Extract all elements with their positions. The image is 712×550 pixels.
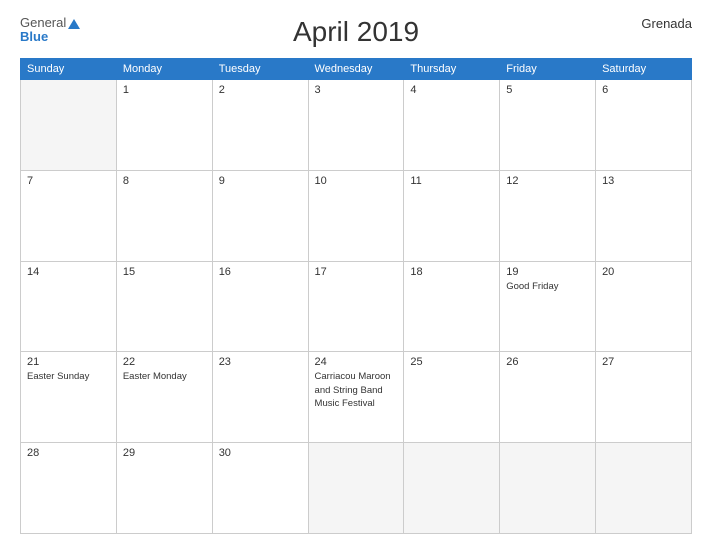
- calendar-cell: 11: [404, 170, 500, 261]
- calendar-cell: 4: [404, 80, 500, 171]
- calendar-cell: 13: [596, 170, 692, 261]
- day-number: 11: [410, 175, 493, 187]
- day-number: 25: [410, 356, 493, 368]
- day-number: 8: [123, 175, 206, 187]
- calendar-header-row: Sunday Monday Tuesday Wednesday Thursday…: [21, 59, 692, 80]
- event-label: Carriacou Maroon and String Band Music F…: [315, 371, 391, 409]
- calendar-cell: 8: [116, 170, 212, 261]
- event-label: Easter Monday: [123, 371, 187, 382]
- calendar-cell: 22 Easter Monday: [116, 352, 212, 443]
- day-number: 17: [315, 266, 398, 278]
- logo: General Blue: [20, 16, 80, 45]
- calendar-table: Sunday Monday Tuesday Wednesday Thursday…: [20, 58, 692, 534]
- day-number: 14: [27, 266, 110, 278]
- day-number: 1: [123, 84, 206, 96]
- calendar-cell: 6: [596, 80, 692, 171]
- calendar-cell: 1: [116, 80, 212, 171]
- day-number: 5: [506, 84, 589, 96]
- calendar-cell: 7: [21, 170, 117, 261]
- col-friday: Friday: [500, 59, 596, 80]
- calendar-cell: 19 Good Friday: [500, 261, 596, 352]
- calendar-cell: 17: [308, 261, 404, 352]
- day-number: 27: [602, 356, 685, 368]
- day-number: 2: [219, 84, 302, 96]
- calendar-cell: 26: [500, 352, 596, 443]
- event-label: Good Friday: [506, 281, 558, 292]
- day-number: 29: [123, 447, 206, 459]
- col-sunday: Sunday: [21, 59, 117, 80]
- day-number: 13: [602, 175, 685, 187]
- calendar-cell: 14: [21, 261, 117, 352]
- day-number: 19: [506, 266, 589, 278]
- calendar-cell: 20: [596, 261, 692, 352]
- day-number: 20: [602, 266, 685, 278]
- calendar-cell: 3: [308, 80, 404, 171]
- header: General Blue April 2019 Grenada: [20, 16, 692, 48]
- calendar-cell: 10: [308, 170, 404, 261]
- day-number: 12: [506, 175, 589, 187]
- day-number: 26: [506, 356, 589, 368]
- day-number: 30: [219, 447, 302, 459]
- day-number: 22: [123, 356, 206, 368]
- calendar-cell: 15: [116, 261, 212, 352]
- day-number: 6: [602, 84, 685, 96]
- day-number: 15: [123, 266, 206, 278]
- calendar-cell: 27: [596, 352, 692, 443]
- calendar-cell: 16: [212, 261, 308, 352]
- calendar-cell: 24 Carriacou Maroon and String Band Music…: [308, 352, 404, 443]
- col-wednesday: Wednesday: [308, 59, 404, 80]
- calendar-cell: 25: [404, 352, 500, 443]
- day-number: 21: [27, 356, 110, 368]
- day-number: 7: [27, 175, 110, 187]
- calendar-cell: [308, 443, 404, 534]
- col-saturday: Saturday: [596, 59, 692, 80]
- event-label: Easter Sunday: [27, 371, 89, 382]
- calendar-week-5: 28 29 30: [21, 443, 692, 534]
- calendar-cell: [21, 80, 117, 171]
- calendar-cell: 29: [116, 443, 212, 534]
- country-label: Grenada: [641, 16, 692, 31]
- day-number: 10: [315, 175, 398, 187]
- day-number: 9: [219, 175, 302, 187]
- calendar-week-1: 1 2 34 5 6: [21, 80, 692, 171]
- calendar-cell: [500, 443, 596, 534]
- logo-blue: Blue: [20, 30, 48, 44]
- calendar-cell: 23: [212, 352, 308, 443]
- calendar-cell: 30: [212, 443, 308, 534]
- calendar-week-4: 21 Easter Sunday 22 Easter Monday 23 24 Carria…: [21, 352, 692, 443]
- day-number: 24: [315, 356, 398, 368]
- calendar-page: General Blue April 2019 Grenada Sunday M…: [0, 0, 712, 550]
- logo-triangle-icon: [68, 19, 80, 29]
- day-number: 18: [410, 266, 493, 278]
- calendar-cell: [404, 443, 500, 534]
- logo-general: General: [20, 16, 80, 30]
- day-number: 4: [410, 84, 493, 96]
- calendar-cell: 5: [500, 80, 596, 171]
- col-tuesday: Tuesday: [212, 59, 308, 80]
- day-number: 28: [27, 447, 110, 459]
- calendar-cell: 2: [212, 80, 308, 171]
- calendar-week-2: 7 8 9 10 11 12 13: [21, 170, 692, 261]
- calendar-cell: 12: [500, 170, 596, 261]
- calendar-cell: 21 Easter Sunday: [21, 352, 117, 443]
- col-thursday: Thursday: [404, 59, 500, 80]
- col-monday: Monday: [116, 59, 212, 80]
- day-number: 23: [219, 356, 302, 368]
- day-number: 3: [315, 84, 398, 96]
- calendar-cell: 18: [404, 261, 500, 352]
- calendar-cell: 28: [21, 443, 117, 534]
- calendar-week-3: 14 15 16 17 18 19 Good Friday 20: [21, 261, 692, 352]
- calendar-cell: [596, 443, 692, 534]
- calendar-cell: 9: [212, 170, 308, 261]
- calendar-title: April 2019: [293, 16, 419, 48]
- day-number: 16: [219, 266, 302, 278]
